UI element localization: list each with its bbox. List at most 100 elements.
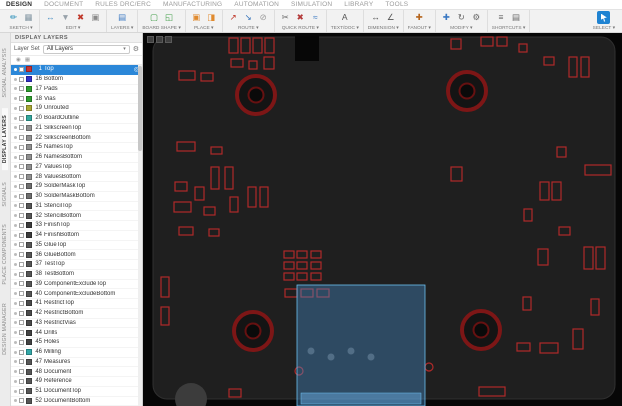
layer-row-20[interactable]: 20 BoardOutline (11, 114, 142, 124)
layer-visibility-dot[interactable] (14, 223, 17, 227)
layer-checkbox[interactable] (19, 291, 24, 297)
unroute-icon[interactable]: ✖ (294, 11, 307, 24)
layer-color-swatch[interactable] (26, 105, 32, 112)
text-icon[interactable]: A (338, 11, 351, 24)
layer-row-37[interactable]: 37 TestTop (11, 260, 142, 270)
layer-checkbox[interactable] (19, 271, 24, 277)
toolbar-group-label-select[interactable]: SELECT ▾ (593, 26, 615, 31)
toolbar-group-label-dimension[interactable]: DIMENSION ▾ (368, 26, 399, 31)
route-bottom-icon[interactable]: ↘ (242, 11, 255, 24)
layer-visibility-dot[interactable] (14, 282, 17, 286)
layer-color-swatch[interactable] (26, 173, 32, 180)
menu-tab-simulation[interactable]: SIMULATION (291, 1, 332, 8)
layer-visibility-dot[interactable] (14, 194, 17, 198)
layer-checkbox[interactable] (19, 76, 24, 82)
layer-checkbox[interactable] (19, 203, 24, 209)
layer-visibility-dot[interactable] (14, 399, 17, 403)
toolbar-group-label-sketch[interactable]: SKETCH ▾ (7, 26, 35, 31)
copy-icon[interactable]: ▣ (89, 11, 102, 24)
layer-row-25[interactable]: 25 NamesTop (11, 143, 142, 153)
layer-visibility-dot[interactable] (14, 97, 17, 101)
layer-color-swatch[interactable] (26, 232, 32, 239)
layer-row-33[interactable]: 33 FinishTop (11, 221, 142, 231)
layer-visibility-dot[interactable] (14, 340, 17, 344)
layer-row-51[interactable]: 51 DocumentTop (11, 387, 142, 397)
layer-checkbox[interactable] (19, 281, 24, 287)
layer-color-swatch[interactable] (26, 310, 32, 317)
layer-color-swatch[interactable] (26, 300, 32, 307)
menu-tab-tools[interactable]: TOOLS (385, 1, 408, 8)
fanout-icon[interactable]: ✚ (413, 11, 426, 24)
toolbar-group-label-text-doc[interactable]: TEXT/DOC ▾ (331, 26, 359, 31)
toolbar-group-label-quick-route[interactable]: QUICK ROUTE ▾ (279, 26, 322, 31)
layer-visibility-dot[interactable] (14, 126, 17, 130)
layer-visibility-dot[interactable] (14, 145, 17, 149)
side-tab-place-components[interactable]: PLACE COMPONENTS (2, 217, 8, 291)
layer-row-19[interactable]: 19 Unrouted (11, 104, 142, 114)
layer-row-44[interactable]: 44 Drills (11, 328, 142, 338)
toolbar-group-label-edit[interactable]: EDIT ▾ (44, 26, 102, 31)
layer-checkbox[interactable] (19, 242, 24, 248)
layer-row-39[interactable]: 39 ComponentExcludeTop (11, 280, 142, 290)
layer-row-47[interactable]: 47 Measures (11, 358, 142, 368)
menu-tab-library[interactable]: LIBRARY (344, 1, 373, 8)
layer-checkbox[interactable] (19, 174, 24, 180)
layer-checkbox[interactable] (19, 66, 24, 72)
layer-color-swatch[interactable] (26, 349, 32, 356)
layer-checkbox[interactable] (19, 252, 24, 258)
layer-color-swatch[interactable] (26, 329, 32, 336)
layer-row-16[interactable]: 16 Bottom (11, 75, 142, 85)
scrollbar-thumb[interactable] (138, 66, 142, 151)
layer-row-28[interactable]: 28 ValuesBottom (11, 172, 142, 182)
selection-highlight[interactable] (296, 284, 426, 406)
settings-icon[interactable]: ⚙ (470, 11, 483, 24)
layer-visibility-dot[interactable] (14, 272, 17, 276)
layer-visibility-dot[interactable] (14, 243, 17, 247)
layer-checkbox[interactable] (19, 144, 24, 150)
dimension-icon[interactable]: ↔ (369, 11, 382, 24)
layer-checkbox[interactable] (19, 359, 24, 365)
layer-color-swatch[interactable] (26, 134, 32, 141)
layer-checkbox[interactable] (19, 213, 24, 219)
layer-row-46[interactable]: 46 Milling (11, 348, 142, 358)
ripup-icon[interactable]: ✂ (279, 11, 292, 24)
layer-row-43[interactable]: 43 RestrictVias (11, 319, 142, 329)
rotate-icon[interactable]: ↻ (455, 11, 468, 24)
layer-color-swatch[interactable] (26, 222, 32, 229)
toolbar-group-label-modify[interactable]: MODIFY ▾ (440, 26, 483, 31)
side-tab-signal-analysis[interactable]: SIGNAL ANALYSIS (2, 41, 8, 104)
layer-visibility-dot[interactable] (14, 370, 17, 374)
layer-color-swatch[interactable] (26, 144, 32, 151)
shortcuts-menu-icon[interactable]: ≡ (495, 11, 508, 24)
layer-visibility-dot[interactable] (14, 67, 17, 71)
layer-visibility-dot[interactable] (14, 389, 17, 393)
layer-color-swatch[interactable] (26, 76, 32, 83)
delete-icon[interactable]: ✖ (74, 11, 87, 24)
sketch-grid-icon[interactable]: ▦ (22, 11, 35, 24)
layer-color-swatch[interactable] (26, 115, 32, 122)
layer-row-26[interactable]: 26 NamesBottom (11, 153, 142, 163)
layer-row-38[interactable]: 38 TestBottom (11, 270, 142, 280)
layer-list-scrollbar[interactable] (138, 65, 142, 406)
layer-row-52[interactable]: 52 DocumentBottom (11, 397, 142, 406)
layer-color-swatch[interactable] (26, 378, 32, 385)
layer-visibility-dot[interactable] (14, 360, 17, 364)
layer-visibility-dot[interactable] (14, 184, 17, 188)
layer-visibility-dot[interactable] (14, 155, 17, 159)
layer-checkbox[interactable] (19, 369, 24, 375)
layer-visibility-dot[interactable] (14, 165, 17, 169)
layer-visibility-dot[interactable] (14, 233, 17, 237)
layer-row-21[interactable]: 21 SilkscreenTop (11, 124, 142, 134)
layer-color-swatch[interactable] (26, 124, 32, 131)
layer-row-41[interactable]: 41 RestrictTop (11, 299, 142, 309)
layer-row-35[interactable]: 35 GlueTop (11, 241, 142, 251)
layer-color-swatch[interactable] (26, 154, 32, 161)
layer-row-18[interactable]: 18 Vias (11, 94, 142, 104)
layer-color-swatch[interactable] (26, 212, 32, 219)
layer-visibility-dot[interactable] (14, 87, 17, 91)
side-tab-display-layers[interactable]: DISPLAY LAYERS (2, 108, 8, 171)
layer-checkbox[interactable] (19, 388, 24, 394)
layer-checkbox[interactable] (19, 330, 24, 336)
layer-checkbox[interactable] (19, 135, 24, 141)
layer-color-swatch[interactable] (26, 280, 32, 287)
